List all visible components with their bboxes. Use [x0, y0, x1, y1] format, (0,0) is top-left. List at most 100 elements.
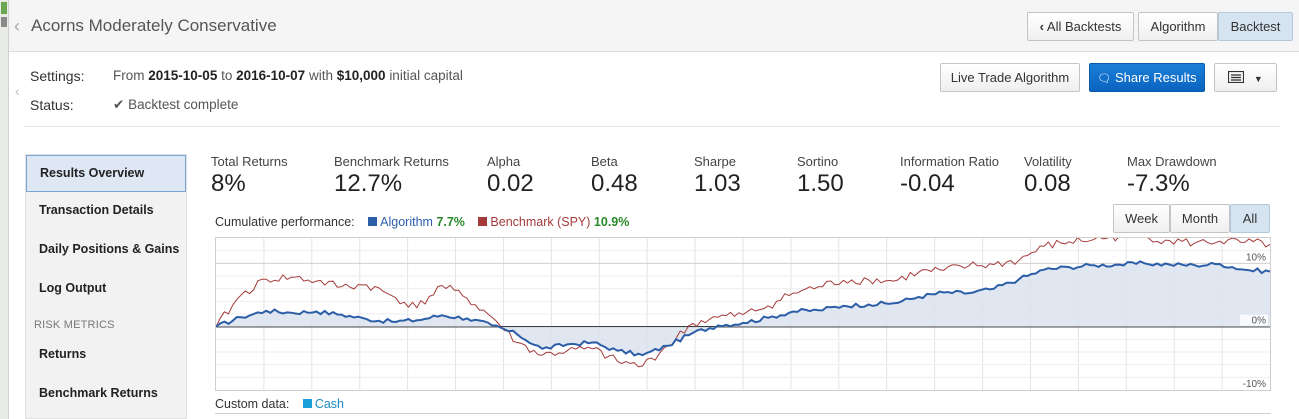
performance-legend: Cumulative performance: Algorithm 7.7% B…	[215, 215, 629, 229]
sidebar-item-label: Daily Positions & Gains	[39, 242, 180, 256]
range-week-button[interactable]: Week	[1113, 204, 1170, 233]
live-trade-button[interactable]: Live Trade Algorithm	[940, 63, 1080, 92]
status-text: Backtest complete	[128, 97, 239, 112]
metric-value: 12.7%	[334, 170, 403, 197]
custom-data-chart	[215, 413, 1271, 419]
metric-sortino: Sortino 1.50	[797, 154, 844, 198]
tab-backtest-label: Backtest	[1230, 19, 1281, 34]
custom-data-label: Custom data:	[215, 397, 290, 411]
edge-marker	[1, 17, 7, 27]
options-menu-button[interactable]: ▼	[1214, 63, 1277, 92]
capital-suffix: initial capital	[389, 68, 463, 83]
sidebar-item-label: Transaction Details	[39, 203, 154, 217]
range-month-label: Month	[1181, 211, 1219, 226]
metric-alpha: Alpha 0.02	[487, 154, 534, 198]
metric-label: Sharpe	[694, 154, 736, 169]
status-label: Status:	[30, 97, 74, 113]
sidebar-item-results-overview[interactable]: Results Overview	[26, 155, 186, 192]
legend-algorithm-name[interactable]: Algorithm	[380, 215, 433, 229]
metric-volatility: Volatility 0.08	[1024, 154, 1072, 198]
metric-benchmark-returns: Benchmark Returns 12.7%	[334, 154, 449, 198]
legend-algorithm-value: 7.7%	[436, 215, 465, 229]
with-word: with	[308, 68, 333, 83]
left-edge-strip	[0, 0, 9, 419]
sidebar-item-log-output[interactable]: Log Output	[26, 271, 186, 308]
sidebar-item-transaction-details[interactable]: Transaction Details	[26, 193, 186, 230]
range-week-label: Week	[1125, 211, 1158, 226]
metric-value: -0.04	[900, 170, 955, 197]
share-icon: 🗨	[1097, 73, 1112, 85]
metric-value: 0.02	[487, 170, 534, 197]
sidebar: Results Overview Transaction Details Dai…	[25, 154, 187, 419]
custom-data-legend: Custom data: Cash	[215, 397, 344, 411]
status-value: ✔ Backtest complete	[113, 97, 238, 113]
metric-label: Alpha	[487, 154, 521, 169]
sidebar-item-benchmark-returns[interactable]: Benchmark Returns	[26, 376, 186, 413]
sidebar-item-label: Returns	[39, 347, 87, 361]
metric-value: 8%	[211, 170, 246, 197]
sidebar-item-daily-positions[interactable]: Daily Positions & Gains	[26, 232, 186, 269]
legend-swatch-algorithm	[368, 217, 378, 226]
live-trade-label: Live Trade Algorithm	[950, 70, 1070, 85]
metric-sharpe: Sharpe 1.03	[694, 154, 741, 198]
tab-algorithm[interactable]: Algorithm	[1138, 12, 1218, 41]
from-word: From	[113, 68, 145, 83]
metric-information-ratio: Information Ratio -0.04	[900, 154, 999, 198]
metric-label: Max Drawdown	[1127, 154, 1217, 169]
divider	[24, 126, 1280, 127]
list-icon	[1228, 70, 1245, 84]
performance-label: Cumulative performance:	[215, 215, 355, 229]
caret-down-icon: ▼	[1253, 74, 1263, 84]
metric-label: Sortino	[797, 154, 839, 169]
chevron-left-icon[interactable]: ‹	[15, 83, 20, 99]
metric-label: Benchmark Returns	[334, 154, 449, 169]
legend-swatch-cash	[302, 399, 312, 408]
range-month-button[interactable]: Month	[1170, 204, 1230, 233]
metric-label: Information Ratio	[900, 154, 999, 169]
chart-canvas: 10% 0% -10%	[215, 231, 1271, 390]
metric-total-returns: Total Returns 8%	[211, 154, 288, 198]
metric-label: Beta	[591, 154, 618, 169]
metric-value: 0.08	[1024, 170, 1071, 197]
legend-cash-name[interactable]: Cash	[315, 397, 344, 411]
chevron-left-icon[interactable]: ‹	[14, 17, 20, 35]
all-backtests-label: All Backtests	[1046, 19, 1122, 34]
page-title: Acorns Moderately Conservative	[31, 16, 277, 35]
y-tick-label: -10%	[1243, 379, 1266, 390]
initial-capital: $10,000	[336, 68, 386, 83]
sidebar-item-returns[interactable]: Returns	[26, 337, 186, 374]
metric-beta: Beta 0.48	[591, 154, 638, 198]
metric-max-drawdown: Max Drawdown -7.3%	[1127, 154, 1217, 198]
all-backtests-button[interactable]: ‹ All Backtests	[1027, 12, 1134, 41]
tab-backtest[interactable]: Backtest	[1218, 12, 1293, 41]
legend-swatch-benchmark	[478, 217, 488, 226]
y-tick-label: 0%	[1252, 316, 1267, 327]
metric-value: 0.48	[591, 170, 638, 197]
legend-benchmark-value: 10.9%	[593, 215, 630, 229]
y-tick-label: 10%	[1246, 252, 1266, 263]
metric-value: 1.50	[797, 170, 844, 197]
cumulative-performance-chart: 10% 0% -10%	[215, 231, 1271, 391]
metric-label: Volatility	[1024, 154, 1072, 169]
range-all-label: All	[1242, 211, 1258, 226]
sidebar-item-label: Benchmark Returns	[39, 386, 158, 400]
chevron-left-icon: ‹	[1039, 19, 1044, 34]
to-word: to	[221, 68, 233, 83]
tab-algorithm-label: Algorithm	[1150, 19, 1206, 34]
edge-marker	[1, 2, 7, 14]
sidebar-section-risk-metrics: RISK METRICS	[34, 319, 115, 331]
share-results-button[interactable]: 🗨 Share Results	[1089, 63, 1205, 92]
metric-label: Total Returns	[211, 154, 288, 169]
sidebar-item-label: Results Overview	[40, 166, 145, 180]
metric-value: -7.3%	[1127, 170, 1190, 197]
sidebar-item-label: Log Output	[39, 281, 107, 295]
settings-summary: From 2015-10-05 to 2016-10-07 with $10,0…	[113, 68, 463, 83]
share-label: Share Results	[1114, 70, 1197, 85]
metric-value: 1.03	[694, 170, 741, 197]
range-all-button[interactable]: All	[1230, 204, 1270, 233]
check-icon: ✔	[113, 97, 125, 112]
end-date: 2016-10-07	[236, 68, 306, 83]
legend-benchmark-name[interactable]: Benchmark (SPY)	[490, 215, 590, 229]
settings-label: Settings:	[30, 68, 85, 84]
start-date: 2015-10-05	[148, 68, 218, 83]
